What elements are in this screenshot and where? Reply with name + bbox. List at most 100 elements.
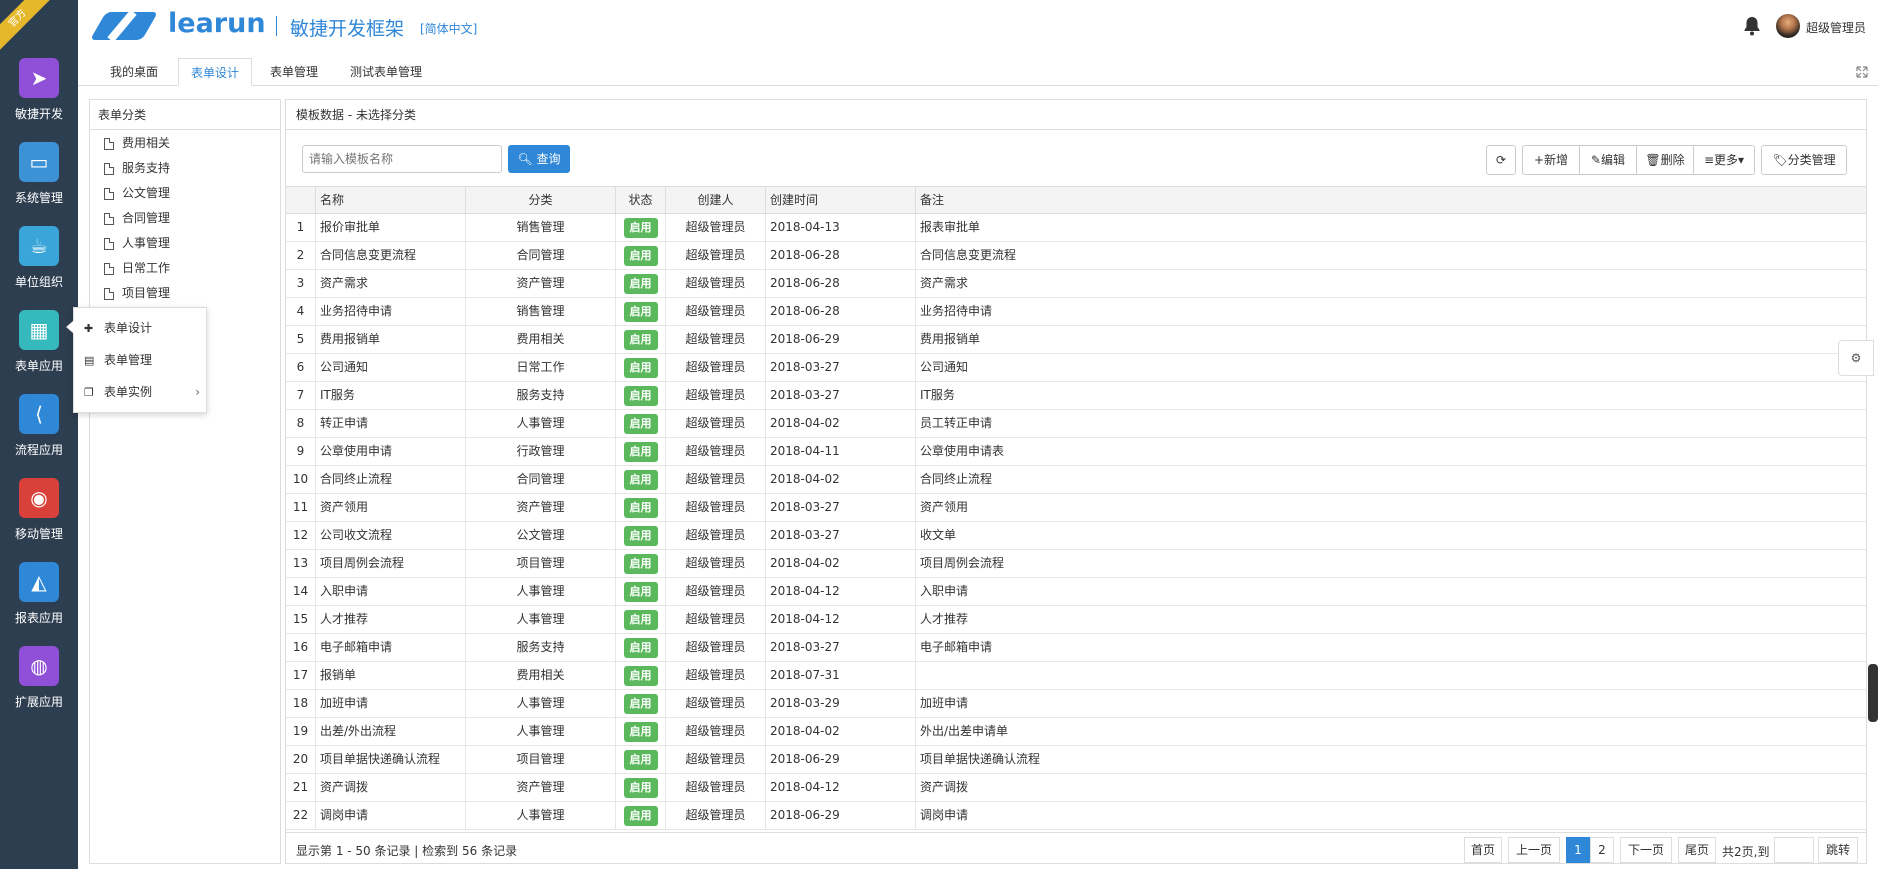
table-row[interactable]: 1 报价审批单 销售管理 启用 超级管理员 2018-04-13 报表审批单 <box>286 214 1866 242</box>
table-row[interactable]: 3 资产需求 资产管理 启用 超级管理员 2018-06-28 资产需求 <box>286 270 1866 298</box>
table-row[interactable]: 4 业务招待申请 销售管理 启用 超级管理员 2018-06-28 业务招待申请 <box>286 298 1866 326</box>
cell-created-time: 2018-06-29 <box>766 802 916 829</box>
table-row[interactable]: 12 公司收文流程 公文管理 启用 超级管理员 2018-03-27 收文单 <box>286 522 1866 550</box>
more-button[interactable]: ≡更多▾ <box>1693 145 1755 175</box>
delete-button[interactable]: 🗑︎删除 <box>1636 145 1694 175</box>
more-label: 更多 <box>1714 153 1739 167</box>
row-index: 8 <box>286 410 316 437</box>
cell-note: 资产调拨 <box>920 780 969 794</box>
tab-test-form-manage[interactable]: 测试表单管理 <box>338 58 434 86</box>
table-row[interactable]: 13 项目周例会流程 项目管理 启用 超级管理员 2018-04-02 项目周例会流程 <box>286 550 1866 578</box>
delete-label: 删除 <box>1660 153 1685 167</box>
column-header-name[interactable]: 名称 <box>316 187 466 214</box>
tree-item-label: 日常工作 <box>122 261 171 275</box>
tab-form-design[interactable]: 表单设计 <box>178 58 253 86</box>
avatar[interactable] <box>1776 14 1800 38</box>
page-2-button[interactable]: 2 <box>1590 837 1614 863</box>
sidebar-item-table[interactable]: ▦ 表单应用 <box>0 300 78 384</box>
table-row[interactable]: 8 转正申请 人事管理 启用 超级管理员 2018-04-02 员工转正申请 <box>286 410 1866 438</box>
page-1-button[interactable]: 1 <box>1566 837 1590 863</box>
file-icon <box>104 287 114 300</box>
cell-name: 项目单据快递确认流程 <box>316 746 466 773</box>
sidebar-item-label: 敏捷开发 <box>14 107 63 121</box>
first-page-button[interactable]: 首页 <box>1464 837 1502 863</box>
tab-desktop[interactable]: 我的桌面 <box>98 58 170 86</box>
table-row[interactable]: 17 报销单 费用相关 启用 超级管理员 2018-07-31 <box>286 662 1866 690</box>
sidebar-item-globe[interactable]: ◍ 扩展应用 <box>0 636 78 720</box>
cell-status: 启用 <box>616 550 666 577</box>
cell-name: 资产调拨 <box>316 774 466 801</box>
sidebar-item-share[interactable]: ⟨ 流程应用 <box>0 384 78 468</box>
status-badge: 启用 <box>623 246 658 266</box>
cell-created-time: 2018-04-11 <box>766 438 916 465</box>
table-row[interactable]: 11 资产领用 资产管理 启用 超级管理员 2018-03-27 资产领用 <box>286 494 1866 522</box>
table-row[interactable]: 14 入职申请 人事管理 启用 超级管理员 2018-04-12 入职申请 <box>286 578 1866 606</box>
side-handle[interactable] <box>1868 664 1878 722</box>
row-index: 16 <box>286 634 316 661</box>
next-page-button[interactable]: 下一页 <box>1620 837 1672 863</box>
column-header-category[interactable]: 分类 <box>466 187 616 214</box>
page-jump-input[interactable] <box>1774 837 1814 863</box>
cell-note: IT服务 <box>920 388 955 402</box>
cell-status: 启用 <box>616 606 666 633</box>
table-row[interactable]: 22 调岗申请 人事管理 启用 超级管理员 2018-06-29 调岗申请 <box>286 802 1866 830</box>
table-row[interactable]: 16 电子邮箱申请 服务支持 启用 超级管理员 2018-03-27 电子邮箱申请 <box>286 634 1866 662</box>
gear-icon[interactable]: ⚙ <box>1838 340 1874 376</box>
tab-form-manage[interactable]: 表单管理 <box>258 58 330 86</box>
template-search-input[interactable] <box>302 145 502 173</box>
column-header-status[interactable]: 状态 <box>616 187 666 214</box>
username[interactable]: 超级管理员 <box>1806 19 1866 36</box>
prev-page-button[interactable]: 上一页 <box>1508 837 1560 863</box>
refresh-icon: ⟳ <box>1495 153 1507 167</box>
cell-name: 电子邮箱申请 <box>316 634 466 661</box>
jump-button[interactable]: 跳转 <box>1818 837 1858 863</box>
table-row[interactable]: 21 资产调拨 资产管理 启用 超级管理员 2018-04-12 资产调拨 <box>286 774 1866 802</box>
tree-item[interactable]: 服务支持 <box>104 158 170 178</box>
cell-category: 人事管理 <box>466 802 616 829</box>
popup-item-form-design[interactable]: ✚ 表单设计 <box>84 318 202 338</box>
table-row[interactable]: 6 公司通知 日常工作 启用 超级管理员 2018-03-27 公司通知 <box>286 354 1866 382</box>
table-row[interactable]: 18 加班申请 人事管理 启用 超级管理员 2018-03-29 加班申请 <box>286 690 1866 718</box>
sidebar-item-coffee[interactable]: ☕ 单位组织 <box>0 216 78 300</box>
official-ribbon: 官方 <box>0 0 53 54</box>
cell-note: 报表审批单 <box>920 220 981 234</box>
table-row[interactable]: 20 项目单据快递确认流程 项目管理 启用 超级管理员 2018-06-29 项目单据快递确… <box>286 746 1866 774</box>
table-row[interactable]: 7 IT服务 服务支持 启用 超级管理员 2018-03-27 IT服务 <box>286 382 1866 410</box>
tree-item[interactable]: 日常工作 <box>104 258 170 278</box>
sidebar-item-android[interactable]: ◉ 移动管理 <box>0 468 78 552</box>
column-header-creator[interactable]: 创建人 <box>666 187 766 214</box>
column-header-note[interactable]: 备注 <box>916 187 1866 214</box>
sidebar-item-paper-plane[interactable]: ➤ 敏捷开发 <box>0 48 78 132</box>
bell-icon[interactable] <box>1743 16 1761 39</box>
tree-item[interactable]: 项目管理 <box>104 283 170 303</box>
category-manage-button[interactable]: 🏷︎分类管理 <box>1761 145 1847 175</box>
tree-item-label: 费用相关 <box>122 136 171 150</box>
add-label: 新增 <box>1544 153 1569 167</box>
table-row[interactable]: 10 合同终止流程 合同管理 启用 超级管理员 2018-04-02 合同终止流程 <box>286 466 1866 494</box>
add-button[interactable]: +新增 <box>1522 145 1580 175</box>
sidebar-item-area-chart[interactable]: ◭ 报表应用 <box>0 552 78 636</box>
table-row[interactable]: 15 人才推荐 人事管理 启用 超级管理员 2018-04-12 人才推荐 <box>286 606 1866 634</box>
sidebar-item-label: 报表应用 <box>14 611 63 625</box>
tree-item[interactable]: 人事管理 <box>104 233 170 253</box>
tree-item[interactable]: 合同管理 <box>104 208 170 228</box>
table-row[interactable]: 2 合同信息变更流程 合同管理 启用 超级管理员 2018-06-28 合同信息变更流程 <box>286 242 1866 270</box>
sidebar-item-monitor[interactable]: ▭ 系统管理 <box>0 132 78 216</box>
table-row[interactable]: 9 公章使用申请 行政管理 启用 超级管理员 2018-04-11 公章使用申请表 <box>286 438 1866 466</box>
query-button[interactable]: 🔍︎ 查询 <box>508 145 570 173</box>
popup-item-form-instance[interactable]: ❐ 表单实例 › <box>84 382 202 402</box>
fullscreen-icon[interactable] <box>1856 66 1868 82</box>
popup-item-form-manage[interactable]: ▤ 表单管理 <box>84 350 202 370</box>
language-switch[interactable]: [简体中文] <box>420 20 477 37</box>
tree-item[interactable]: 费用相关 <box>104 133 170 153</box>
table-row[interactable]: 19 出差/外出流程 人事管理 启用 超级管理员 2018-04-02 外出/出差申请单 <box>286 718 1866 746</box>
last-page-button[interactable]: 尾页 <box>1678 837 1716 863</box>
query-label: 查询 <box>536 152 561 166</box>
cell-category: 合同管理 <box>466 466 616 493</box>
table-row[interactable]: 5 费用报销单 费用相关 启用 超级管理员 2018-06-29 费用报销单 <box>286 326 1866 354</box>
tree-item[interactable]: 公文管理 <box>104 183 170 203</box>
refresh-button[interactable]: ⟳ <box>1486 145 1516 175</box>
column-header-created-time[interactable]: 创建时间 <box>766 187 916 214</box>
tree-item-label: 公文管理 <box>122 186 171 200</box>
edit-button[interactable]: ✎编辑 <box>1579 145 1637 175</box>
